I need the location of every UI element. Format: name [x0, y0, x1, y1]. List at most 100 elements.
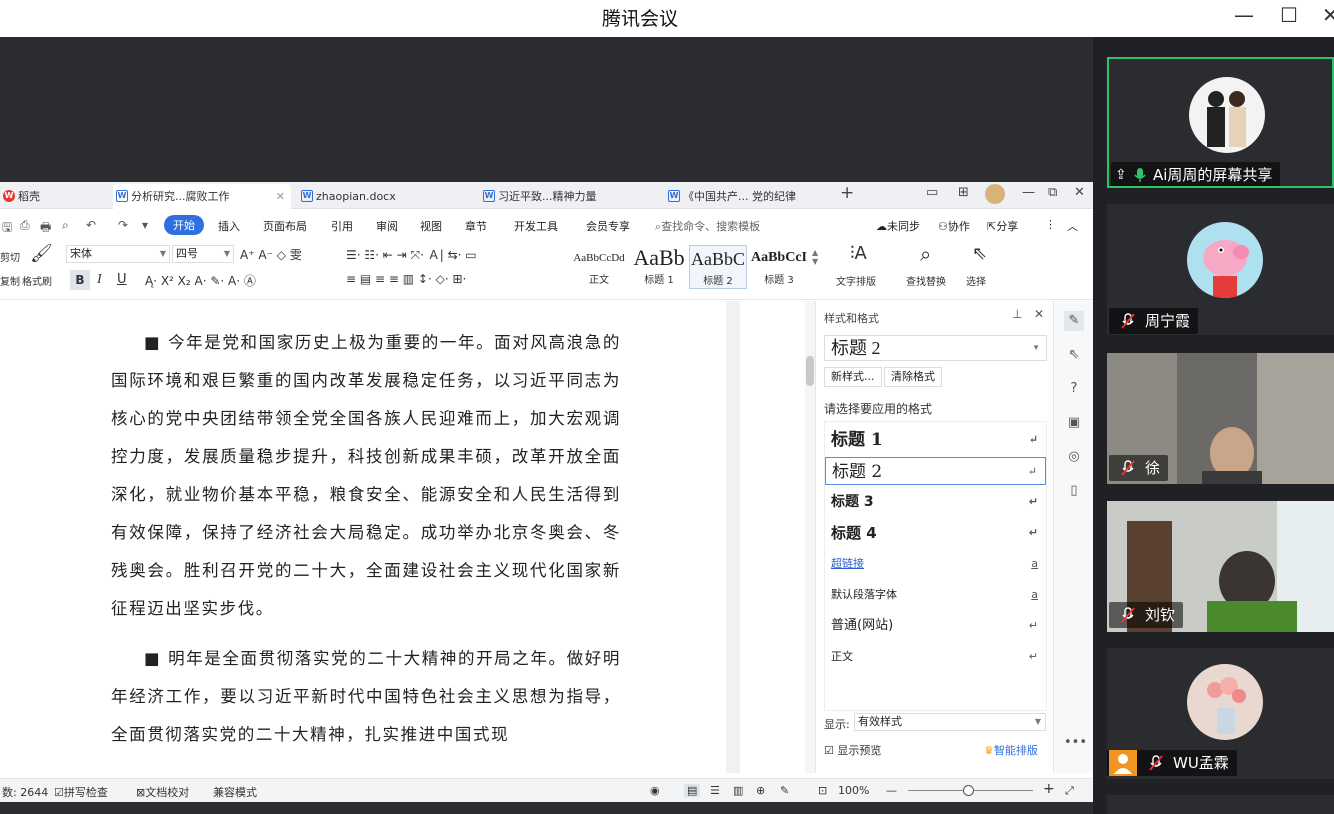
menu-dev[interactable]: 开发工具: [514, 218, 558, 234]
select-icon[interactable]: ⇖: [1064, 345, 1084, 365]
grid-icon[interactable]: ⊞: [958, 185, 969, 200]
read-view-icon[interactable]: ▥: [733, 784, 743, 797]
bold-button[interactable]: B: [70, 270, 90, 290]
cut-button[interactable]: 剪切: [0, 249, 20, 264]
paragraph[interactable]: ■ 今年是党和国家历史上极为重要的一年。面对风高浪急的国际环境和艰巨繁重的国内改…: [111, 324, 621, 628]
close-icon[interactable]: ✕: [1034, 307, 1044, 321]
zoom-out-icon[interactable]: —: [886, 784, 897, 797]
pane-header[interactable]: 样式和格式: [824, 310, 879, 326]
preview-checkbox[interactable]: ☑ 显示预览: [824, 742, 881, 758]
wps-restore-icon[interactable]: ⧉: [1048, 185, 1057, 200]
more-quick-icon[interactable]: ▾: [142, 218, 148, 232]
document-text[interactable]: ■ 今年是党和国家历史上极为重要的一年。面对风高浪急的国际环境和艰巨繁重的国内改…: [111, 324, 621, 766]
sync-status[interactable]: ☁未同步: [876, 218, 920, 234]
list-item[interactable]: 标题 1 ↵: [825, 426, 1046, 454]
export-icon[interactable]: ⎙: [20, 218, 30, 233]
spell-check[interactable]: ☑拼写检查: [54, 784, 108, 800]
list-item[interactable]: 标题 4 ↵: [825, 519, 1046, 547]
preview-icon[interactable]: ⌕: [62, 218, 69, 233]
list-item[interactable]: 超链接 a: [825, 550, 1046, 578]
paragraph[interactable]: ■ 明年是全面贯彻落实党的二十大精神的开局之年。做好明年经济工作，要以习近平新时…: [111, 640, 621, 754]
tab-docer[interactable]: W 稻壳: [0, 184, 110, 209]
list-item[interactable]: 标题 3 ↵: [825, 488, 1046, 516]
zoom-in-icon[interactable]: +: [1043, 781, 1055, 797]
tab-doc-3[interactable]: W 习近平致...精神力量: [480, 184, 650, 209]
image-icon[interactable]: ▣: [1064, 413, 1084, 433]
undo-icon[interactable]: ↶: [86, 218, 96, 232]
list-item[interactable]: 标题 2 ↵: [825, 457, 1046, 485]
print-icon[interactable]: 🖶: [40, 218, 51, 239]
participant-tile[interactable]: 刘钦: [1107, 501, 1334, 632]
tab-doc-4[interactable]: W 《中国共产... 党的纪律: [665, 184, 830, 209]
redo-icon[interactable]: ↷: [118, 218, 128, 232]
text-layout-icon[interactable]: ⫶A: [850, 243, 867, 264]
style-heading-3[interactable]: AaBbCcI 标题 3: [748, 245, 810, 289]
participant-tile[interactable]: WU孟霖: [1107, 648, 1334, 779]
search-command[interactable]: ⌕查找命令、搜索模板: [655, 218, 760, 234]
doc-proof[interactable]: ⊠文档校对: [136, 784, 189, 800]
vertical-scrollbar[interactable]: [805, 301, 815, 773]
zoom-slider-handle[interactable]: [963, 785, 974, 796]
pin-icon[interactable]: ⊥: [1012, 307, 1022, 321]
align-icons[interactable]: ≡ ▤ ≡ ≡ ▥ ↕· ◇· ⊞·: [346, 272, 466, 286]
new-style-button[interactable]: 新样式...: [824, 367, 882, 387]
word-count[interactable]: 数: 2644: [2, 784, 48, 800]
menu-start[interactable]: 开始: [164, 215, 204, 235]
collab-button[interactable]: ⚇协作: [938, 218, 970, 234]
tab-doc-2[interactable]: Wzhaopian.docx: [298, 184, 468, 209]
style-scroll-icon[interactable]: ▲ ▼: [812, 248, 818, 266]
style-heading-1[interactable]: AaBb 标题 1: [630, 245, 688, 289]
list-item[interactable]: 普通(网站) ↵: [825, 612, 1046, 640]
style-heading-2[interactable]: AaBbC 标题 2: [689, 245, 747, 289]
help-icon[interactable]: ?: [1064, 379, 1084, 399]
format-painter-icon[interactable]: 🖌: [30, 243, 53, 264]
user-avatar[interactable]: [985, 184, 1005, 204]
wps-close-icon[interactable]: ✕: [1074, 185, 1085, 200]
find-icon[interactable]: ⌕: [920, 242, 931, 266]
menu-insert[interactable]: 插入: [218, 218, 240, 234]
clear-format-button[interactable]: 清除格式: [884, 367, 942, 387]
participant-tile[interactable]: 徐: [1107, 353, 1334, 484]
list-item[interactable]: 默认段落字体 a: [825, 581, 1046, 609]
outline-view-icon[interactable]: ☰: [710, 784, 720, 797]
share-button[interactable]: ⇱分享: [987, 218, 1018, 234]
participant-tile[interactable]: [1107, 795, 1334, 814]
fullscreen-icon[interactable]: ⤢: [1065, 784, 1074, 798]
style-pen-icon[interactable]: ✎: [1064, 311, 1084, 331]
list-icons[interactable]: ☰· ☷· ⇤ ⇥ ⤧· Ａ| ⇆· ▭: [346, 246, 477, 263]
page-view-icon[interactable]: ▤: [684, 784, 701, 797]
collapse-ribbon-icon[interactable]: ︿: [1067, 218, 1078, 234]
list-item[interactable]: 正文 ↵: [825, 643, 1046, 671]
write-view-icon[interactable]: ✎: [780, 784, 789, 797]
menu-layout[interactable]: 页面布局: [263, 218, 307, 234]
menu-view[interactable]: 视图: [420, 218, 442, 234]
menu-section[interactable]: 章节: [465, 218, 487, 234]
show-select[interactable]: 有效样式 ▼: [854, 713, 1046, 731]
more-icon[interactable]: •••: [1064, 733, 1087, 753]
compass-icon[interactable]: ◎: [1064, 447, 1084, 467]
layout-icon[interactable]: ▭: [926, 185, 938, 200]
size-select[interactable]: 四号 ▼: [172, 245, 234, 263]
document-area[interactable]: ■ 今年是党和国家历史上极为重要的一年。面对风高浪急的国际环境和艰巨繁重的国内改…: [0, 301, 805, 773]
format-painter-button[interactable]: 格式刷: [22, 273, 52, 288]
participant-tile[interactable]: ⇪ Ai周周的屏幕共享: [1107, 57, 1334, 188]
font-select[interactable]: 宋体 ▼: [66, 245, 170, 263]
smart-layout-button[interactable]: ♛智能排版: [984, 742, 1038, 758]
save-icon[interactable]: 🖫: [2, 218, 12, 239]
find-replace-button[interactable]: 查找替换: [906, 273, 946, 288]
menu-reference[interactable]: 引用: [331, 218, 353, 234]
select-button[interactable]: 选择: [966, 273, 986, 288]
zoom-level[interactable]: 100%: [838, 784, 869, 797]
font-grow-icon[interactable]: A⁺ A⁻ ◇ 雯: [240, 246, 302, 263]
scrollbar-thumb[interactable]: [806, 356, 814, 386]
minimize-button[interactable]: —: [1234, 3, 1254, 27]
style-normal[interactable]: AaBbCcDd 正文: [570, 245, 628, 289]
italic-button[interactable]: I: [97, 272, 102, 288]
underline-button[interactable]: U: [117, 272, 127, 287]
wps-minimize-icon[interactable]: —: [1022, 185, 1035, 200]
book-icon[interactable]: ▯: [1064, 481, 1084, 501]
web-view-icon[interactable]: ⊕: [756, 784, 765, 797]
current-style[interactable]: 标题 2 ▼: [824, 335, 1047, 361]
add-tab-button[interactable]: +: [840, 183, 854, 203]
text-layout-button[interactable]: 文字排版: [836, 273, 876, 288]
